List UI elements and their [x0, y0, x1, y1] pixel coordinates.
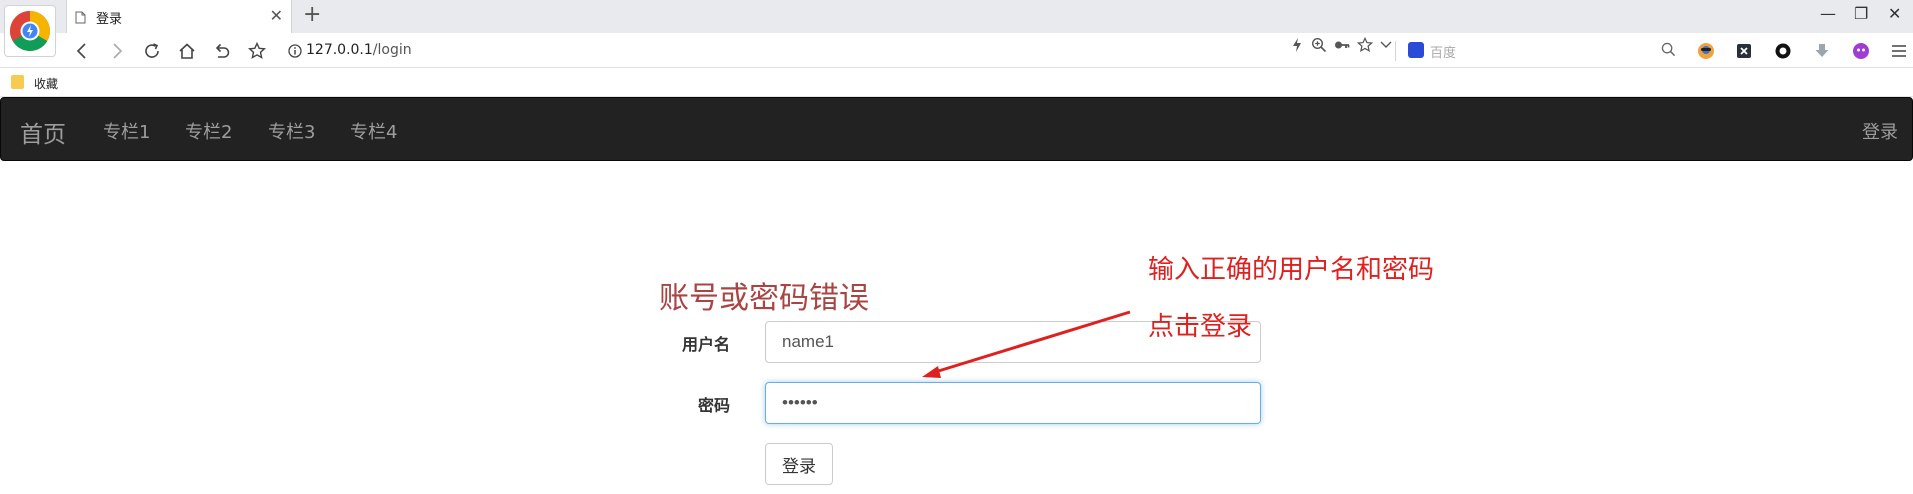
bookmark-star-icon[interactable] [244, 38, 270, 64]
chevron-down-icon[interactable] [1380, 37, 1392, 57]
browser-logo-icon [4, 5, 56, 57]
browser-titlebar: 登录 ✕ + — ❐ ✕ [0, 0, 1913, 33]
forward-icon[interactable] [104, 38, 130, 64]
nav-brand-home[interactable]: 首页 [20, 115, 66, 149]
zoom-icon[interactable] [1311, 37, 1327, 57]
username-label: 用户名 [681, 335, 730, 354]
page-icon [75, 9, 86, 28]
password-label: 密码 [697, 396, 730, 415]
key-icon[interactable] [1334, 37, 1350, 57]
nav-link-column2[interactable]: 专栏2 [185, 118, 232, 144]
nav-login-link[interactable]: 登录 [1862, 118, 1898, 144]
bookmarks-bar: 收藏 [0, 68, 1913, 97]
bookmark-favorites[interactable]: 收藏 [34, 75, 58, 92]
extension-purple-icon[interactable] [1852, 42, 1870, 60]
nav-link-column4[interactable]: 专栏4 [350, 118, 397, 144]
menu-icon[interactable] [1890, 42, 1908, 60]
nav-link-column3[interactable]: 专栏3 [268, 118, 315, 144]
browser-tab[interactable]: 登录 ✕ [66, 0, 292, 33]
browser-toolbar: 127.0.0.1/login 百度 [0, 33, 1913, 68]
url-path: /login [372, 42, 412, 58]
login-submit-button[interactable]: 登录 [765, 443, 833, 485]
tab-title: 登录 [96, 12, 123, 27]
window-close-icon[interactable]: ✕ [1888, 4, 1901, 23]
site-navbar: 首页 专栏1 专栏2 专栏3 专栏4 登录 [0, 97, 1913, 161]
back-icon[interactable] [69, 38, 95, 64]
new-tab-icon[interactable]: + [303, 2, 321, 27]
restore-icon[interactable]: ❐ [1854, 4, 1868, 23]
favorite-star-icon[interactable] [1356, 36, 1374, 57]
home-icon[interactable] [174, 38, 200, 64]
extension-x-icon[interactable] [1735, 42, 1753, 60]
minimize-icon[interactable]: — [1820, 4, 1836, 23]
nav-link-column1[interactable]: 专栏1 [103, 118, 150, 144]
annotation-line2: 点击登录 [1148, 312, 1253, 342]
undo-icon[interactable] [209, 38, 235, 64]
tab-close-icon[interactable]: ✕ [270, 6, 283, 25]
reload-icon[interactable] [139, 38, 165, 64]
annotation-line1: 输入正确的用户名和密码 [1148, 255, 1435, 285]
address-bar[interactable]: 127.0.0.1/login [278, 39, 1386, 63]
url-text: 127.0.0.1/login [306, 42, 412, 58]
password-input[interactable] [765, 382, 1261, 424]
download-icon[interactable] [1813, 42, 1831, 60]
url-host: 127.0.0.1 [306, 42, 373, 58]
folder-icon[interactable] [11, 75, 24, 89]
toolbar-divider [1395, 41, 1396, 61]
search-box[interactable]: 百度 [1404, 39, 1680, 63]
search-icon[interactable] [1661, 42, 1676, 61]
extension-avatar-icon[interactable] [1697, 42, 1715, 60]
baidu-engine-icon[interactable] [1408, 42, 1424, 58]
search-placeholder: 百度 [1430, 46, 1457, 61]
extension-ring-icon[interactable] [1774, 42, 1792, 60]
error-message: 账号或密码错误 [659, 281, 869, 316]
site-info-icon[interactable] [288, 43, 302, 62]
lightning-icon[interactable] [1291, 37, 1303, 57]
